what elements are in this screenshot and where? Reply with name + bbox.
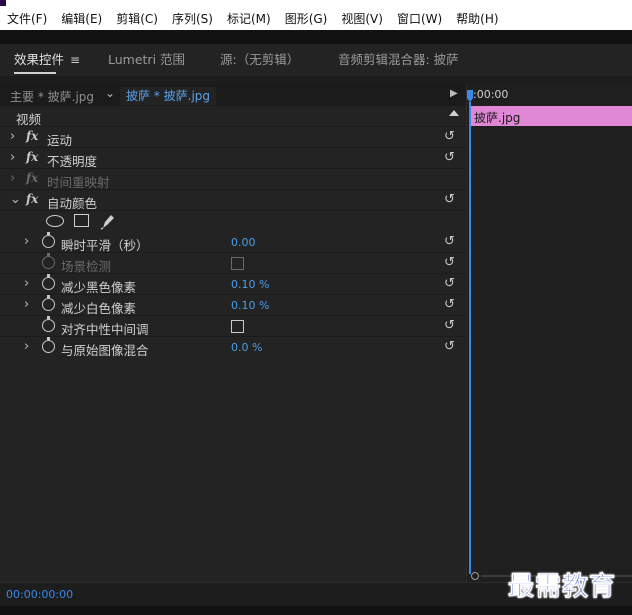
stopwatch-icon[interactable]: [42, 337, 55, 353]
workspace-strip: [0, 30, 632, 44]
properties-empty-area: [0, 356, 466, 582]
panel-tab-bar: 效果控件 ≡ Lumetri 范围 源:（无剪辑） 音频剪辑混合器: 披萨: [0, 44, 632, 76]
menu-file[interactable]: 文件(F): [0, 10, 54, 27]
param-row-black-clip[interactable]: › 减少黑色像素 0.10 % ↺: [0, 274, 466, 295]
scroll-up-icon[interactable]: [449, 110, 459, 116]
scene-detect-checkbox[interactable]: [231, 257, 244, 270]
param-row-scene-detect[interactable]: 场景检测 ↺: [0, 253, 466, 274]
fx-icon[interactable]: fx: [26, 150, 38, 164]
menu-edit[interactable]: 编辑(E): [54, 10, 109, 27]
watermark: 最需教育: [508, 572, 617, 603]
tab-audio-clip-mixer[interactable]: 音频剪辑混合器: 披萨: [338, 49, 459, 68]
time-ruler[interactable]: :00:00: [467, 84, 632, 106]
reset-icon[interactable]: ↺: [444, 192, 455, 207]
chevron-right-icon[interactable]: ›: [10, 150, 15, 165]
fx-icon: fx: [26, 171, 39, 185]
current-timecode[interactable]: 00:00:00:00: [6, 588, 73, 601]
chevron-down-icon[interactable]: ⌄: [10, 192, 21, 207]
effect-label-opacity: 不透明度: [47, 154, 98, 169]
reset-icon[interactable]: ↺: [444, 129, 455, 144]
effect-label-time-remap: 时间重映射: [47, 175, 110, 190]
param-label: 场景检测: [61, 259, 112, 274]
reset-icon[interactable]: ↺: [444, 255, 455, 270]
section-label-video: 视频: [16, 112, 42, 127]
effect-properties: 视频 › fx 运动 ↺ › fx 不透明度 ↺ › fx 时间重映射 ⌄ fx…: [0, 106, 466, 358]
param-value[interactable]: 0.00: [231, 236, 256, 249]
param-label: 瞬时平滑（秒）: [61, 238, 149, 253]
effect-label-auto-color: 自动颜色: [47, 196, 98, 211]
stopwatch-icon: [42, 253, 55, 269]
active-tab-underline: [14, 72, 57, 74]
chevron-right-icon[interactable]: ›: [24, 297, 29, 312]
chevron-right-icon[interactable]: ›: [24, 234, 29, 249]
menu-window[interactable]: 窗口(W): [390, 10, 449, 27]
menu-sequence[interactable]: 序列(S): [165, 10, 220, 27]
effect-timeline: :00:00 披萨.jpg: [466, 84, 632, 582]
menu-clip[interactable]: 剪辑(C): [109, 10, 165, 27]
play-triangle-icon[interactable]: ▶: [450, 88, 458, 99]
fx-icon[interactable]: fx: [26, 129, 38, 143]
chevron-right-icon[interactable]: ›: [24, 339, 29, 354]
param-row-snap-neutral[interactable]: 对齐中性中间调 ↺: [0, 316, 466, 337]
ruler-time-label: :00:00: [473, 88, 509, 101]
param-value[interactable]: 0.10 %: [231, 278, 269, 291]
reset-icon[interactable]: ↺: [444, 339, 455, 354]
menu-bar: 文件(F) 编辑(E) 剪辑(C) 序列(S) 标记(M) 图形(G) 视图(V…: [0, 6, 632, 30]
reset-icon[interactable]: ↺: [444, 150, 455, 165]
tab-effect-controls[interactable]: 效果控件 ≡: [14, 49, 80, 74]
fx-icon[interactable]: fx: [26, 192, 38, 206]
zoom-handle-icon[interactable]: [471, 572, 479, 580]
rectangle-mask-icon[interactable]: [74, 214, 89, 227]
effect-row-time-remap[interactable]: › fx 时间重映射: [0, 169, 466, 190]
panel-menu-icon[interactable]: ≡: [70, 53, 80, 67]
tab-effect-controls-label: 效果控件: [14, 52, 65, 67]
ellipse-mask-icon[interactable]: [46, 215, 64, 227]
chevron-right-icon[interactable]: ›: [24, 276, 29, 291]
snap-neutral-checkbox[interactable]: [231, 320, 244, 333]
clip-bar-label: 披萨.jpg: [474, 111, 521, 125]
param-label: 对齐中性中间调: [61, 322, 149, 337]
reset-icon[interactable]: ↺: [444, 318, 455, 333]
chevron-right-icon[interactable]: ›: [10, 129, 15, 144]
tab-lumetri-scopes[interactable]: Lumetri 范围: [108, 49, 185, 68]
bottom-strip: [0, 606, 632, 615]
param-label: 减少黑色像素: [61, 280, 137, 295]
stopwatch-icon[interactable]: [42, 295, 55, 311]
param-row-blend-original[interactable]: › 与原始图像混合 0.0 % ↺: [0, 337, 466, 358]
mask-tools: [0, 211, 466, 232]
stopwatch-icon[interactable]: [42, 316, 55, 332]
chevron-down-icon[interactable]: ⌄: [105, 86, 115, 100]
param-value[interactable]: 0.10 %: [231, 299, 269, 312]
effect-label-motion: 运动: [47, 133, 73, 148]
playhead-line[interactable]: [469, 102, 471, 574]
master-clip-label[interactable]: 主要 * 披萨.jpg: [10, 88, 94, 105]
menu-view[interactable]: 视图(V): [334, 10, 390, 27]
param-value[interactable]: 0.0 %: [231, 341, 262, 354]
source-clip-row: 主要 * 披萨.jpg ⌄ 披萨 * 披萨.jpg ▶: [0, 84, 466, 106]
menu-markers[interactable]: 标记(M): [220, 10, 278, 27]
pen-mask-icon[interactable]: [100, 212, 116, 230]
param-label: 减少白色像素: [61, 301, 137, 316]
sequence-clip-label[interactable]: 披萨 * 披萨.jpg: [120, 87, 217, 105]
section-header-video: 视频: [0, 106, 466, 127]
effect-row-opacity[interactable]: › fx 不透明度 ↺: [0, 148, 466, 169]
menu-help[interactable]: 帮助(H): [449, 10, 505, 27]
param-row-white-clip[interactable]: › 减少白色像素 0.10 % ↺: [0, 295, 466, 316]
reset-icon[interactable]: ↺: [444, 276, 455, 291]
stopwatch-icon[interactable]: [42, 232, 55, 248]
chevron-right-icon[interactable]: ›: [10, 171, 15, 186]
reset-icon[interactable]: ↺: [444, 234, 455, 249]
menu-graphics[interactable]: 图形(G): [278, 10, 335, 27]
tab-source[interactable]: 源:（无剪辑）: [220, 49, 299, 68]
effect-row-auto-color[interactable]: ⌄ fx 自动颜色 ↺: [0, 190, 466, 211]
param-row-temporal-smoothing[interactable]: › 瞬时平滑（秒） 0.00 ↺: [0, 232, 466, 253]
stopwatch-icon[interactable]: [42, 274, 55, 290]
reset-icon[interactable]: ↺: [444, 297, 455, 312]
clip-bar[interactable]: 披萨.jpg: [471, 106, 632, 126]
effect-row-motion[interactable]: › fx 运动 ↺: [0, 127, 466, 148]
